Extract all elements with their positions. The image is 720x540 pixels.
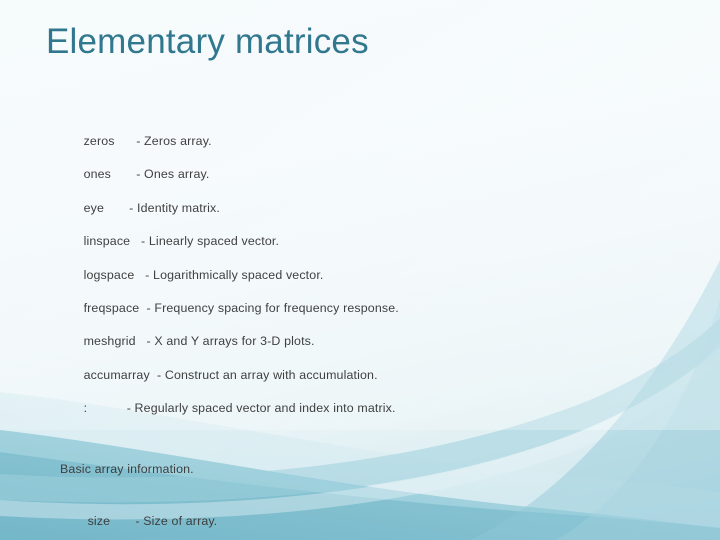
function-name: eye xyxy=(83,200,104,215)
list-item: freqspace - Frequency spacing for freque… xyxy=(62,287,662,320)
list-item: eye - Identity matrix. xyxy=(62,187,662,220)
list-item: linspace - Linearly spaced vector. xyxy=(62,220,662,253)
function-description: - Size of array. xyxy=(135,514,218,528)
function-reference-list: zeros - Zeros array. ones - Ones array. … xyxy=(62,120,662,421)
list-item: size - Size of array. xyxy=(66,497,660,540)
function-name: zeros xyxy=(83,134,115,148)
function-name: meshgrid xyxy=(83,334,136,349)
function-name: ones xyxy=(83,167,112,182)
function-description: - Zeros array. xyxy=(136,134,212,148)
list-item: logspace - Logarithmically spaced vector… xyxy=(62,254,662,287)
function-name: logspace xyxy=(83,267,135,282)
list-item: meshgrid - X and Y arrays for 3-D plots. xyxy=(62,320,662,353)
function-name: linspace xyxy=(83,234,131,249)
list-item: ones - Ones array. xyxy=(62,153,662,186)
function-description: - Frequency spacing for frequency respon… xyxy=(146,300,399,315)
function-description: - Regularly spaced vector and index into… xyxy=(126,401,396,416)
page-title: Elementary matrices xyxy=(46,22,369,61)
function-description: - Ones array. xyxy=(136,167,210,182)
basic-array-information-section: Basic array information. size - Size of … xyxy=(60,461,660,540)
function-description: - X and Y arrays for 3-D plots. xyxy=(146,334,315,349)
function-name: accumarray xyxy=(83,367,150,382)
function-description: - Linearly spaced vector. xyxy=(141,234,280,249)
list-item: : - Regularly spaced vector and index in… xyxy=(62,387,662,420)
function-description: - Construct an array with accumulation. xyxy=(156,367,378,382)
function-name: size xyxy=(87,514,111,528)
function-description: - Logarithmically spaced vector. xyxy=(145,267,324,282)
section-heading: Basic array information. xyxy=(60,462,194,476)
slide-canvas: Elementary matrices zeros - Zeros array.… xyxy=(0,0,720,540)
function-name: freqspace xyxy=(83,300,140,315)
list-item: accumarray - Construct an array with acc… xyxy=(62,354,662,387)
list-item: zeros - Zeros array. xyxy=(62,120,662,153)
function-description: - Identity matrix. xyxy=(129,200,220,215)
